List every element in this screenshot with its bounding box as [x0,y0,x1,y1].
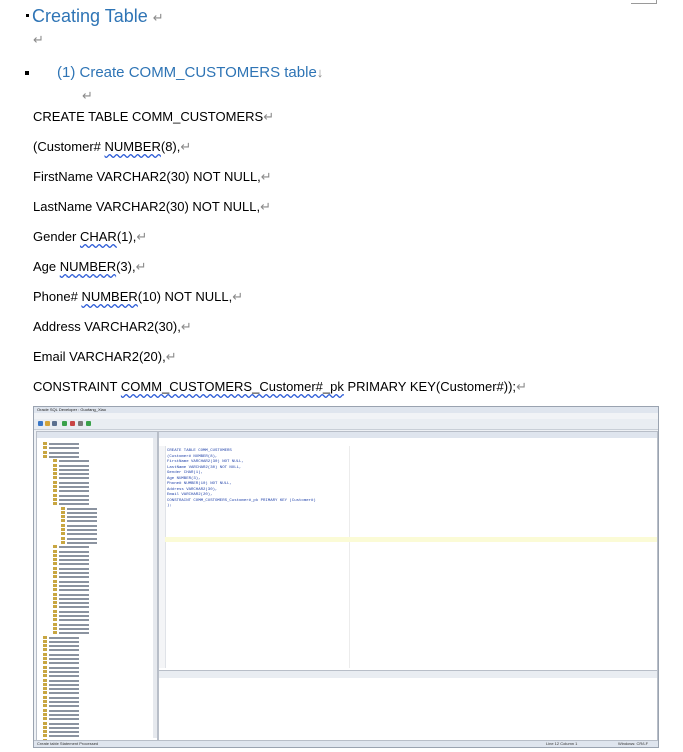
heading-bullet [26,14,29,17]
paragraph-mark-icon: ↵ [180,139,192,154]
sql-line: Gender CHAR(1),↵ [33,229,147,245]
sql-line-text: CONSTRAINT [33,379,121,394]
heading-creating-table: Creating Table ↵ [26,6,164,27]
editor-margin-line [349,446,350,668]
sql-line-text: (3), [116,259,136,274]
sql-line-text: Email VARCHAR2(20), [33,349,166,364]
sql-line-text: (1), [116,229,137,244]
paragraph-mark-icon: ↵ [263,109,275,124]
page-corner-mark [631,3,657,4]
editor-gutter [159,446,166,668]
sql-code: CREATE TABLE COMM_CUSTOMERS (Customer# N… [167,449,316,508]
sql-line-text: (Customer# [33,139,105,154]
save-icon [52,421,57,426]
connections-tabs [37,432,157,438]
connections-pane [36,431,158,745]
spellcheck-word: NUMBER [81,289,138,304]
line-break-icon: ↓ [316,65,324,80]
paragraph-mark-icon: ↵ [165,349,177,364]
stop-icon [70,421,75,426]
paragraph-mark-icon: ↵ [260,199,271,214]
toolbar [34,419,658,430]
back-icon [78,421,83,426]
sql-developer-screenshot: Oracle SQL Developer : Guofang_Xiao CREA… [33,406,659,748]
status-line-ending: Windows: CR/LF [618,741,649,746]
heading1-text: Creating Table [32,6,148,26]
sql-editor: CREATE TABLE COMM_CUSTOMERS (Customer# N… [159,446,657,668]
current-line-highlight [165,537,657,542]
forward-icon [86,421,91,426]
sql-line-text: FirstName VARCHAR2(30) NOT NULL, [33,169,261,184]
window-title: Oracle SQL Developer : Guofang_Xiao [37,407,107,412]
sql-line-text: PRIMARY KEY(Customer#)); [343,379,517,394]
heading-create-table: (1) Create COMM_CUSTOMERS table↓ [57,64,323,81]
sql-line: Email VARCHAR2(20),↵ [33,349,177,365]
sql-line: LastName VARCHAR2(30) NOT NULL,↵ [33,199,271,215]
sql-line: Age NUMBER(3),↵ [33,259,147,275]
paragraph-mark-icon: ↵ [33,32,44,47]
sql-line: CREATE TABLE COMM_CUSTOMERS↵ [33,109,274,125]
paragraph-mark-icon: ↵ [136,229,148,244]
sql-line: (Customer# NUMBER(8),↵ [33,139,191,155]
paragraph-mark-icon: ↵ [82,88,93,103]
sql-line-text: Gender [33,229,80,244]
sql-line-text: CREATE TABLE COMM_CUSTOMERS [33,109,264,124]
spellcheck-word: COMM_CUSTOMERS_Customer#_pk [120,379,344,394]
paragraph-mark-icon: ↵ [516,379,527,394]
paragraph-mark-icon: ↵ [135,259,147,274]
sql-line: FirstName VARCHAR2(30) NOT NULL,↵ [33,169,272,185]
paragraph-mark-icon: ↵ [152,10,164,25]
spellcheck-word: NUMBER [104,139,161,154]
spellcheck-word: CHAR [79,229,117,244]
paragraph-mark-icon: ↵ [260,169,272,184]
open-icon [45,421,50,426]
sql-line-text: Age [33,259,60,274]
run-icon [62,421,67,426]
sql-line-text: (8), [160,139,181,154]
sql-line-text: Address VARCHAR2(30), [33,319,181,334]
new-icon [38,421,43,426]
results-tabs [159,671,657,678]
sql-line-text: LastName VARCHAR2(30) NOT NULL, [33,199,261,214]
sql-line-text: (10) NOT NULL, [137,289,233,304]
list-bullet [25,71,29,75]
status-message: Create table Statement Processed [37,741,99,746]
heading2-text: (1) Create COMM_CUSTOMERS table [57,64,317,81]
sql-line: Phone# NUMBER(10) NOT NULL,↵ [33,289,243,305]
status-bar: Create table Statement Processed Line 12… [34,740,658,747]
results-pane [159,670,657,745]
paragraph-mark-icon: ↵ [232,289,244,304]
tree-scrollbar [153,438,157,738]
worksheet-pane: CREATE TABLE COMM_CUSTOMERS (Customer# N… [158,431,658,745]
worksheet-tabs [159,432,657,438]
sql-line: Address VARCHAR2(30),↵ [33,319,192,335]
sql-line: CONSTRAINT COMM_CUSTOMERS_Customer#_pk P… [33,379,527,395]
spellcheck-word: NUMBER [59,259,117,274]
sql-line-text: Phone# [33,289,82,304]
status-position: Line 12 Column 1 [546,741,578,746]
paragraph-mark-icon: ↵ [180,319,192,334]
